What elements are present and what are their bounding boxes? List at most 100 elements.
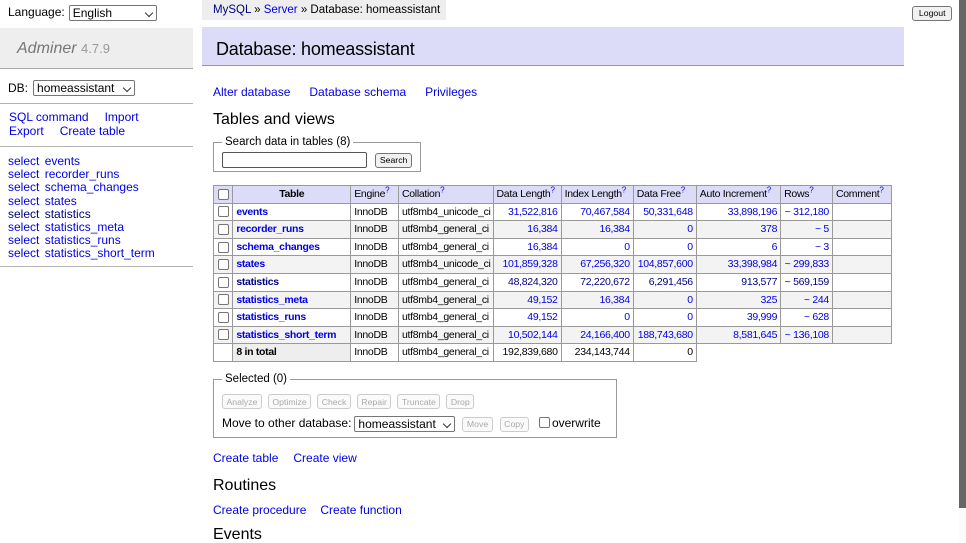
- help-link[interactable]: ?: [767, 186, 771, 195]
- sidebar-select-link[interactable]: select: [8, 207, 39, 221]
- row-checkbox[interactable]: [218, 206, 229, 217]
- search-button[interactable]: Search: [375, 153, 412, 168]
- table-link-statistics[interactable]: statistics: [236, 276, 279, 288]
- drop-button[interactable]: Drop: [446, 394, 474, 409]
- index-length-link[interactable]: 72,220,672: [580, 276, 630, 288]
- table-link-states[interactable]: states: [236, 258, 265, 270]
- auto-increment-link[interactable]: 325: [761, 294, 778, 306]
- overwrite-checkbox[interactable]: [539, 417, 550, 428]
- sidebar-table-link-statistics-runs[interactable]: statistics_runs: [45, 233, 121, 247]
- row-checkbox[interactable]: [218, 242, 229, 253]
- index-length-link[interactable]: 67,256,320: [580, 258, 630, 270]
- table-link-statistics-short-term[interactable]: statistics_short_term: [236, 329, 336, 341]
- data-length-link[interactable]: 48,824,320: [508, 276, 558, 288]
- rows-link[interactable]: ~ 5: [815, 223, 829, 235]
- row-checkbox[interactable]: [218, 329, 229, 340]
- data-length-link[interactable]: 101,859,328: [503, 258, 558, 270]
- breadcrumb-link-mysql[interactable]: MySQL: [213, 4, 251, 16]
- data-free-link[interactable]: 50,331,648: [643, 206, 693, 218]
- scrollbar[interactable]: [959, 0, 966, 543]
- row-checkbox[interactable]: [218, 312, 229, 323]
- row-checkbox[interactable]: [218, 259, 229, 270]
- data-free-link[interactable]: 0: [687, 311, 693, 323]
- db-select[interactable]: homeassistant: [33, 80, 135, 96]
- table-link-schema-changes[interactable]: schema_changes: [236, 241, 319, 253]
- index-length-link[interactable]: 0: [624, 311, 630, 323]
- data-length-link[interactable]: 10,502,144: [508, 329, 558, 341]
- sidebar-select-link[interactable]: select: [8, 220, 39, 234]
- data-free-link[interactable]: 6,291,456: [649, 276, 693, 288]
- rows-link[interactable]: ~ 136,108: [785, 329, 829, 341]
- index-length-link[interactable]: 0: [624, 241, 630, 253]
- data-length-link[interactable]: 16,384: [527, 223, 557, 235]
- auto-increment-link[interactable]: 39,999: [747, 311, 777, 323]
- data-length-link[interactable]: 49,152: [527, 311, 557, 323]
- move-database-select[interactable]: homeassistant: [354, 416, 455, 432]
- sidebar-table-link-schema-changes[interactable]: schema_changes: [45, 180, 139, 194]
- sidebar-table-link-events[interactable]: events: [45, 154, 80, 168]
- rows-link[interactable]: ~ 244: [804, 294, 829, 306]
- analyze-button[interactable]: Analyze: [222, 394, 262, 409]
- create-table-link[interactable]: Create table: [213, 451, 278, 465]
- index-length-link[interactable]: 70,467,584: [580, 206, 630, 218]
- help-link[interactable]: ?: [622, 186, 626, 195]
- sidebar-table-link-statistics[interactable]: statistics: [45, 207, 91, 221]
- create-function-link[interactable]: Create function: [320, 503, 401, 517]
- sidebar-select-link[interactable]: select: [8, 194, 39, 208]
- auto-increment-link[interactable]: 6: [772, 241, 778, 253]
- create-procedure-link[interactable]: Create procedure: [213, 503, 306, 517]
- data-free-link[interactable]: 188,743,680: [638, 329, 693, 341]
- breadcrumb-link-server[interactable]: Server: [264, 4, 298, 16]
- table-link-recorder-runs[interactable]: recorder_runs: [236, 223, 303, 235]
- sidebar-select-link[interactable]: select: [8, 154, 39, 168]
- row-checkbox[interactable]: [218, 277, 229, 288]
- sidebar-link-create-table[interactable]: Create table: [60, 124, 125, 138]
- move-button[interactable]: Move: [462, 417, 492, 432]
- rows-link[interactable]: ~ 299,833: [785, 258, 829, 270]
- check-button[interactable]: Check: [317, 394, 351, 409]
- alter-database-link[interactable]: Alter database: [213, 85, 290, 99]
- auto-increment-link[interactable]: 8,581,645: [733, 329, 777, 341]
- data-free-link[interactable]: 104,857,600: [638, 258, 693, 270]
- truncate-button[interactable]: Truncate: [397, 394, 440, 409]
- data-free-link[interactable]: 0: [687, 241, 693, 253]
- rows-link[interactable]: ~ 312,180: [785, 206, 829, 218]
- sidebar-table-link-statistics-meta[interactable]: statistics_meta: [45, 220, 124, 234]
- database-schema-link[interactable]: Database schema: [309, 85, 406, 99]
- sidebar-link-export[interactable]: Export: [9, 124, 44, 138]
- sidebar-table-link-statistics-short-term[interactable]: statistics_short_term: [45, 246, 155, 260]
- data-length-link[interactable]: 16,384: [527, 241, 557, 253]
- help-link[interactable]: ?: [550, 186, 554, 195]
- search-input[interactable]: [222, 152, 367, 168]
- auto-increment-link[interactable]: 33,398,984: [728, 258, 778, 270]
- app-title[interactable]: Adminer: [17, 40, 77, 57]
- data-length-link[interactable]: 31,522,816: [508, 206, 558, 218]
- scrollbar-thumb[interactable]: [959, 0, 966, 508]
- row-checkbox[interactable]: [218, 224, 229, 235]
- help-link[interactable]: ?: [809, 186, 813, 195]
- privileges-link[interactable]: Privileges: [425, 85, 477, 99]
- sidebar-select-link[interactable]: select: [8, 246, 39, 260]
- row-checkbox[interactable]: [218, 294, 229, 305]
- sidebar-select-link[interactable]: select: [8, 180, 39, 194]
- auto-increment-link[interactable]: 378: [761, 223, 778, 235]
- index-length-link[interactable]: 16,384: [599, 223, 629, 235]
- sidebar-table-link-recorder-runs[interactable]: recorder_runs: [45, 167, 120, 181]
- copy-button[interactable]: Copy: [500, 417, 529, 432]
- help-link[interactable]: ?: [385, 186, 389, 195]
- data-free-link[interactable]: 0: [687, 223, 693, 235]
- help-link[interactable]: ?: [879, 186, 883, 195]
- auto-increment-link[interactable]: 33,898,196: [728, 206, 778, 218]
- optimize-button[interactable]: Optimize: [268, 394, 311, 409]
- create-view-link[interactable]: Create view: [293, 451, 356, 465]
- sidebar-select-link[interactable]: select: [8, 233, 39, 247]
- sidebar-link-import[interactable]: Import: [105, 110, 139, 124]
- sidebar-select-link[interactable]: select: [8, 167, 39, 181]
- auto-increment-link[interactable]: 913,577: [741, 276, 777, 288]
- repair-button[interactable]: Repair: [357, 394, 392, 409]
- index-length-link[interactable]: 24,166,400: [580, 329, 630, 341]
- rows-link[interactable]: ~ 628: [804, 311, 829, 323]
- table-link-statistics-meta[interactable]: statistics_meta: [236, 294, 307, 306]
- language-select[interactable]: English: [69, 5, 157, 21]
- rows-link[interactable]: ~ 569,159: [785, 276, 829, 288]
